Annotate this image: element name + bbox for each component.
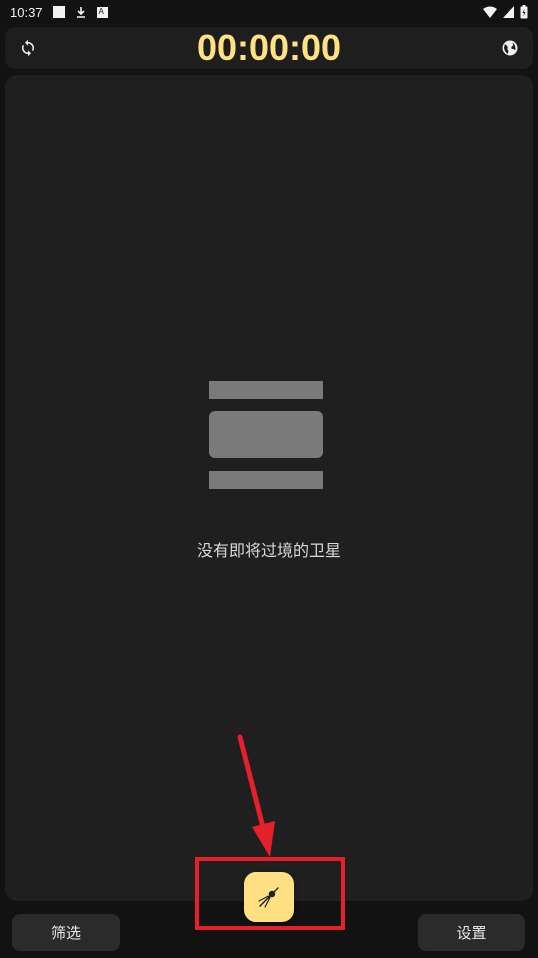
filter-button[interactable]: 筛选: [12, 914, 120, 951]
status-right: [483, 5, 528, 19]
top-header: 00:00:00: [5, 27, 533, 69]
globe-button[interactable]: [497, 35, 523, 61]
illustration-card: [209, 411, 323, 458]
settings-button[interactable]: 设置: [418, 914, 525, 951]
satellite-pass-list[interactable]: 没有即将过境的卫星: [5, 75, 533, 901]
satellite-icon: [258, 887, 279, 908]
wifi-icon: [483, 6, 497, 18]
battery-icon: [520, 5, 528, 19]
illustration-bar-bottom: [209, 471, 323, 489]
status-left: 10:37: [10, 5, 108, 20]
satellite-fab[interactable]: [244, 872, 294, 922]
status-time: 10:37: [10, 4, 43, 20]
signal-icon: [503, 6, 514, 18]
download-icon: [76, 7, 85, 18]
empty-list-icon: [209, 381, 323, 489]
countdown-timer: 00:00:00: [196, 27, 342, 68]
app-a-icon: [96, 6, 108, 18]
illustration-bar-top: [209, 381, 323, 399]
empty-state-message: 没有即将过境的卫星: [196, 541, 341, 560]
notification-square-icon: [52, 6, 65, 18]
globe-icon: [502, 40, 518, 56]
status-bar: 10:37: [0, 0, 538, 24]
